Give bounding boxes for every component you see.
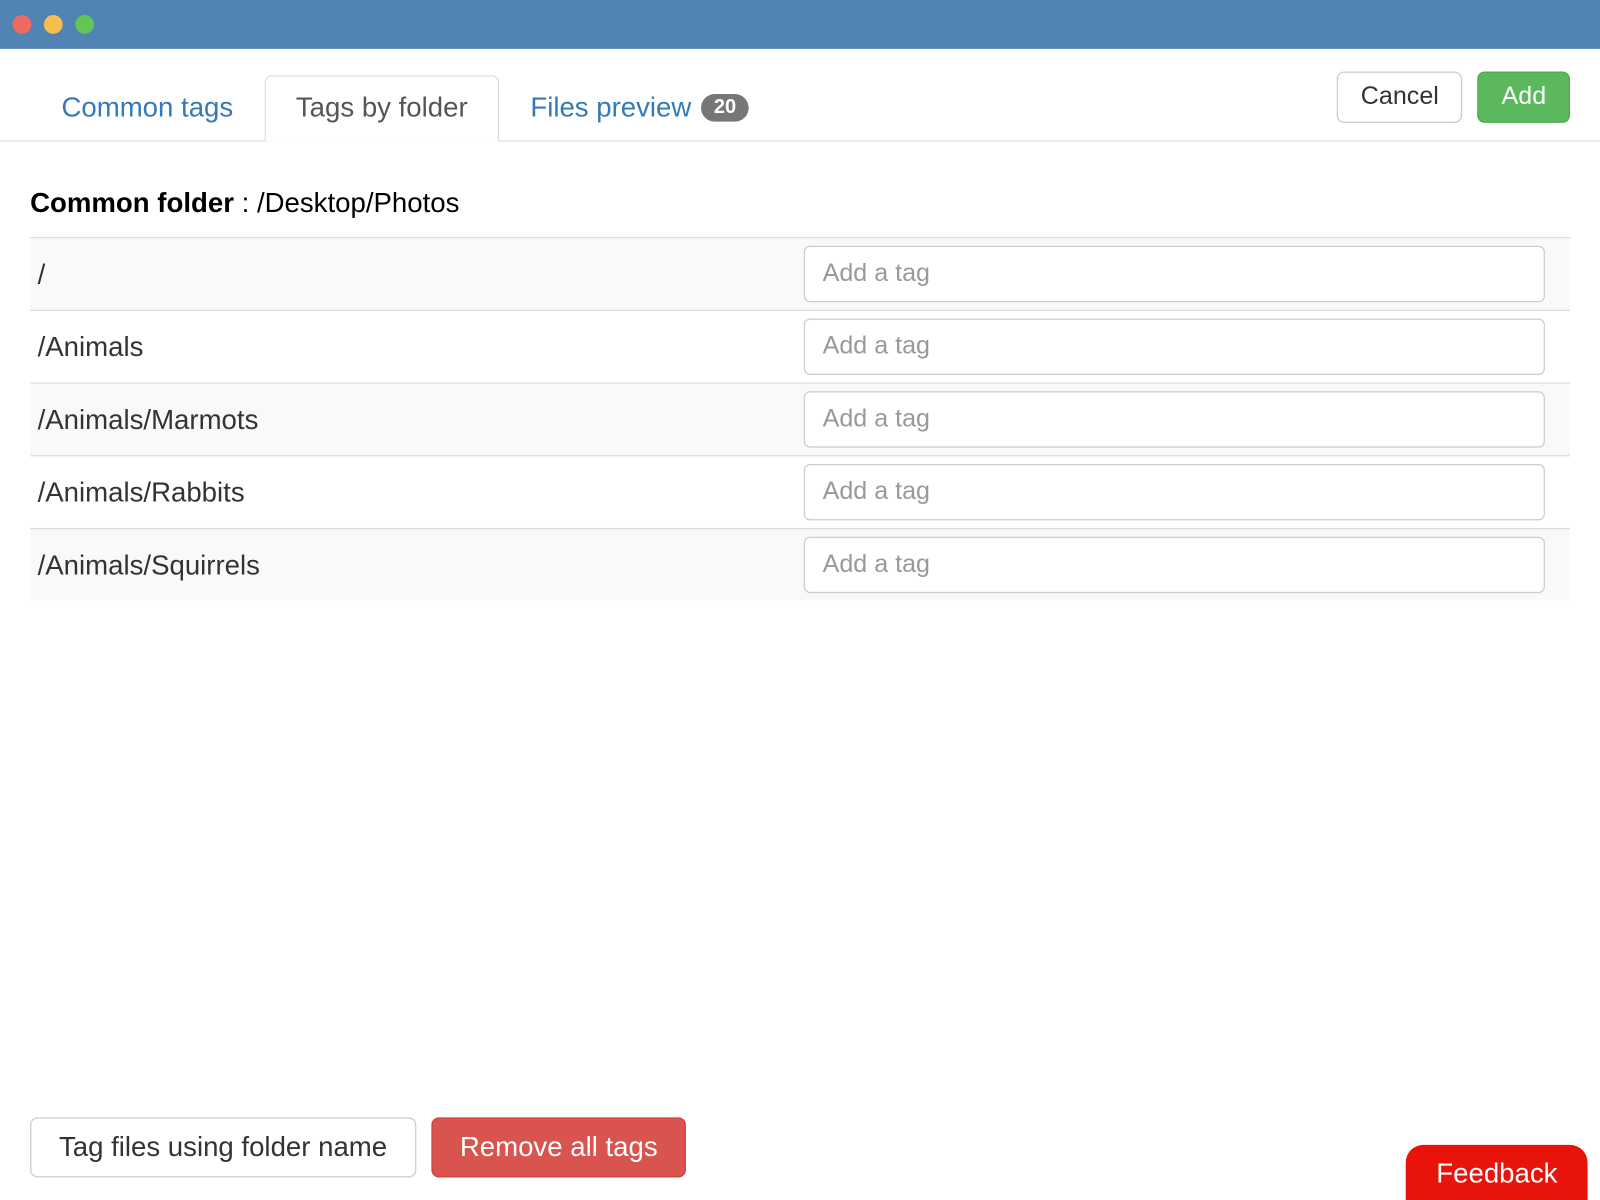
tag-using-folder-button[interactable]: Tag files using folder name [30,1117,416,1177]
folder-path: /Animals/Squirrels [38,549,804,582]
folder-row: /Animals/Marmots [30,382,1570,455]
files-preview-count-badge: 20 [701,94,748,122]
tab-label: Files preview [530,92,691,125]
minimize-window-icon[interactable] [44,15,63,34]
tag-input[interactable] [804,246,1545,302]
add-button[interactable]: Add [1478,71,1570,122]
tag-input[interactable] [804,319,1545,375]
footer: Tag files using folder name Remove all t… [0,1095,1600,1200]
feedback-button[interactable]: Feedback [1406,1145,1587,1200]
content: Common folder : /Desktop/Photos / /Anima… [0,142,1600,601]
tag-input-wrap [804,537,1570,593]
folder-path: /Animals/Marmots [38,403,804,436]
tab-label: Tags by folder [296,92,468,125]
traffic-lights [13,15,95,34]
close-window-icon[interactable] [13,15,32,34]
tag-input-wrap [804,391,1570,447]
cancel-button[interactable]: Cancel [1337,71,1463,122]
folder-row: /Animals/Rabbits [30,455,1570,528]
tab-common-tags[interactable]: Common tags [30,75,264,141]
folder-row: /Animals/Squirrels [30,528,1570,601]
tab-label: Common tags [61,92,233,125]
toolbar: Common tags Tags by folder Files preview… [0,49,1600,142]
maximize-window-icon[interactable] [75,15,94,34]
common-folder-sep: : [234,187,257,218]
folder-row: /Animals [30,310,1570,383]
folder-row: / [30,237,1570,310]
tag-input-wrap [804,246,1570,302]
common-folder-path: /Desktop/Photos [257,187,459,218]
tag-input[interactable] [804,537,1545,593]
common-folder-title: Common folder [30,187,234,218]
common-folder-label: Common folder : /Desktop/Photos [30,187,1570,220]
tag-input[interactable] [804,464,1545,520]
tab-files-preview[interactable]: Files preview 20 [499,75,780,141]
remove-all-tags-button[interactable]: Remove all tags [431,1117,687,1177]
folder-path: /Animals [38,330,804,363]
tag-input[interactable] [804,391,1545,447]
tag-input-wrap [804,319,1570,375]
toolbar-actions: Cancel Add [1337,71,1570,140]
window-titlebar [0,0,1600,49]
folder-path: / [38,258,804,291]
tab-tags-by-folder[interactable]: Tags by folder [265,75,499,141]
tabs: Common tags Tags by folder Files preview… [30,75,780,140]
folder-path: /Animals/Rabbits [38,476,804,509]
tag-input-wrap [804,464,1570,520]
